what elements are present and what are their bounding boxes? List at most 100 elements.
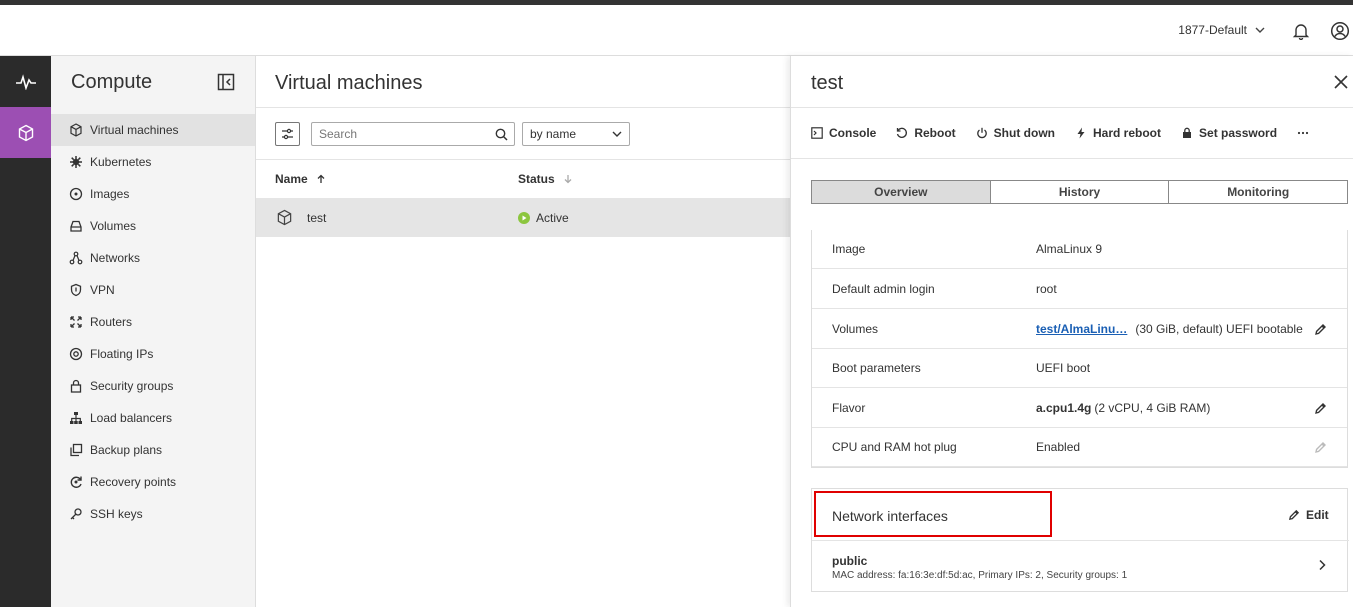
sidebar-item-ssh-keys[interactable]: SSH keys [51,498,255,530]
top-header: 1877-Default [0,5,1353,56]
hard-reboot-button[interactable]: Hard reboot [1075,126,1161,140]
disc-icon [69,187,83,201]
vm-status-cell: Active [518,198,569,237]
panel-title: test [811,72,844,94]
panel-actions: Console Reboot Shut down Hard reboot Set… [791,107,1353,159]
tab-history[interactable]: History [991,181,1170,203]
search-input[interactable]: Search [311,122,515,146]
column-label: Name [275,172,308,186]
recovery-icon [70,476,82,488]
backup-icon [70,443,83,457]
properties-list: Image AlmaLinux 9 Default admin login ro… [811,230,1348,468]
project-selector[interactable]: 1877-Default [1178,23,1265,37]
reboot-icon [897,127,908,138]
interface-name: public [832,554,868,568]
key-icon [70,508,82,520]
edit-label: Edit [1306,508,1329,522]
filter-button[interactable] [275,122,300,146]
reboot-button[interactable]: Reboot [896,126,956,140]
bell-icon[interactable] [1290,20,1312,42]
property-value: Enabled [1036,440,1081,454]
sort-ascending-icon [317,174,325,183]
volume-link[interactable]: test/AlmaLinu… [1036,322,1127,336]
sidebar-item-routers[interactable]: Routers [51,306,255,338]
lock-icon [70,379,82,393]
more-actions-button[interactable] [1297,127,1309,139]
shutdown-button[interactable]: Shut down [976,126,1055,140]
sidebar-item-label: Load balancers [90,411,173,425]
column-header-status[interactable]: Status [518,172,573,186]
sidebar-item-load-balancers[interactable]: Load balancers [51,402,255,434]
close-icon[interactable] [1333,74,1349,90]
column-header-name[interactable]: Name [275,172,326,186]
pencil-icon[interactable] [1314,402,1327,415]
sort-descending-icon [564,175,572,184]
property-row-hotplug: CPU and RAM hot plug Enabled [812,428,1347,467]
panel-tabs: Overview History Monitoring [811,180,1348,204]
action-label: Console [829,126,877,140]
rail-item-monitoring[interactable] [0,56,51,107]
sliders-icon [282,128,293,140]
console-button[interactable]: Console [811,126,876,140]
sidebar-item-security-groups[interactable]: Security groups [51,370,255,402]
sidebar-item-volumes[interactable]: Volumes [51,210,255,242]
project-name: 1877-Default [1178,23,1247,37]
sidebar-item-vpn[interactable]: VPN [51,274,255,306]
property-label: Default admin login [832,282,935,296]
power-icon [976,127,987,139]
sidebar-item-label: Security groups [90,379,174,393]
sidebar-item-images[interactable]: Images [51,178,255,210]
activity-icon [15,73,36,90]
action-label: Reboot [914,126,956,140]
network-interfaces-header: Network interfaces Edit [812,489,1349,541]
chevron-right-icon[interactable] [1318,559,1326,571]
action-label: Shut down [993,126,1055,140]
sidebar-item-recovery-points[interactable]: Recovery points [51,466,255,498]
edit-network-button[interactable]: Edit [1288,508,1329,522]
network-interfaces-card: Network interfaces Edit public MAC addre… [811,488,1349,592]
sidebar-item-label: Backup plans [90,443,163,457]
property-row-image: Image AlmaLinux 9 [812,230,1347,269]
tab-monitoring[interactable]: Monitoring [1169,181,1347,203]
flavor-detail: (2 vCPU, 4 GiB RAM) [1094,401,1211,415]
lightning-icon [1077,127,1085,139]
pencil-icon[interactable] [1314,323,1327,336]
sidebar-item-backup-plans[interactable]: Backup plans [51,434,255,466]
console-icon [811,127,823,139]
sidebar-item-networks[interactable]: Networks [51,242,255,274]
sidebar-item-virtual-machines[interactable]: Virtual machines [51,114,255,146]
user-account-icon[interactable] [1329,20,1351,42]
sidebar-item-label: Floating IPs [90,347,154,361]
interface-detail: MAC address: fa:16:3e:df:5d:ac, Primary … [832,570,1128,581]
sidebar: Compute Virtual machines Kubernetes Imag… [51,56,256,607]
property-value: a.cpu1.4g (2 vCPU, 4 GiB RAM) [1036,401,1210,415]
sidebar-item-kubernetes[interactable]: Kubernetes [51,146,255,178]
property-value: root [1036,282,1057,296]
collapse-sidebar-icon[interactable] [217,73,235,91]
property-row-admin-login: Default admin login root [812,270,1347,309]
set-password-button[interactable]: Set password [1181,126,1277,140]
tab-overview[interactable]: Overview [812,181,991,203]
property-row-boot: Boot parameters UEFI boot [812,349,1347,388]
kubernetes-icon [70,156,82,168]
column-label: Status [518,172,555,186]
rail-item-compute[interactable] [0,107,51,158]
sidebar-item-label: Routers [90,315,133,329]
more-horizontal-icon [1297,131,1309,135]
floating-ip-icon [69,347,83,361]
vm-name: test [307,210,327,225]
shield-icon [70,283,82,297]
sidebar-item-floating-ips[interactable]: Floating IPs [51,338,255,370]
table-row[interactable]: test Active [256,198,790,237]
volume-detail: (30 GiB, default) UEFI bootable [1135,322,1303,336]
sidebar-title: Compute [71,71,153,93]
sort-select[interactable]: by name [522,122,630,146]
chevron-down-icon [1255,27,1265,33]
sort-value: by name [530,127,577,141]
property-label: Flavor [832,401,866,415]
sidebar-item-label: Virtual machines [90,123,179,137]
network-icon [69,251,83,265]
active-status-icon [518,211,530,224]
app-rail [0,56,51,607]
sidebar-item-label: Recovery points [90,475,177,489]
